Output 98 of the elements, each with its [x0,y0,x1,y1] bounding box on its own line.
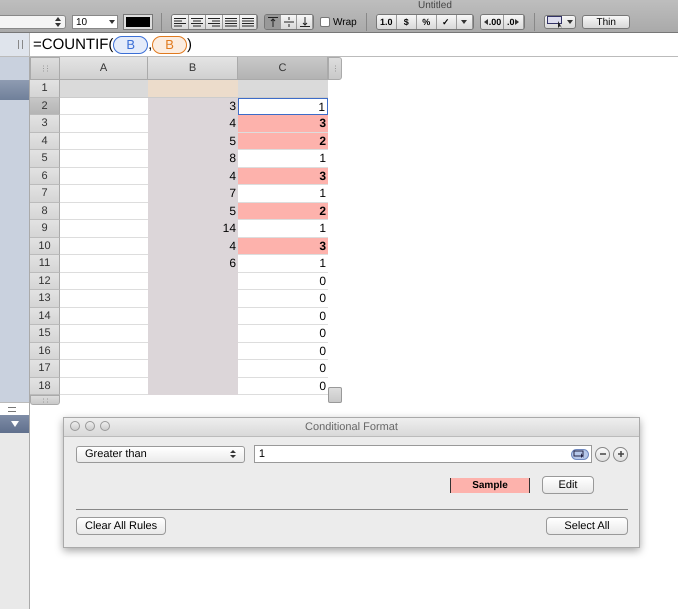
add-icon[interactable] [613,446,628,462]
stepper-icon [230,449,236,459]
condition-dropdown[interactable]: Greater than [76,446,245,462]
table-cell: 14 [148,220,238,238]
table-cell: 8 [148,150,238,168]
align-icon[interactable] [240,15,257,29]
row-header[interactable]: 10 [30,238,60,255]
align-icon[interactable] [172,15,189,29]
table-cell: 4 [148,238,238,255]
wrap-label: Wrap [333,16,357,28]
column-header[interactable]: C [238,57,328,80]
number-format-button[interactable]: $ [396,15,417,29]
window-title: Untitled [418,0,452,12]
formula-text: ) [186,36,192,53]
row-header[interactable]: 14 [30,308,60,325]
color-well[interactable] [124,15,152,29]
table-cell: 0 [238,308,328,325]
resize-handle[interactable] [328,387,342,403]
formula-text: , [148,36,152,53]
disclosure-triangle-icon[interactable] [10,421,18,427]
edit-button[interactable]: Edit [542,476,594,494]
clear-all-rules-button[interactable]: Clear All Rules [76,517,166,535]
border-style-button[interactable]: Thin [582,15,630,29]
row-header[interactable]: 6 [30,168,60,185]
row-header[interactable]: 5 [30,150,60,168]
table-cell: 5 [148,132,238,150]
align-icon[interactable] [189,15,206,29]
table-cell: 6 [148,255,238,272]
table-cell: 0 [238,378,328,395]
remove-icon[interactable] [595,446,610,462]
wrap-checkbox[interactable] [320,17,330,27]
number-format-button[interactable]: ✓ [436,15,457,29]
table-cell: 5 [148,202,238,220]
vertical-align-icon[interactable] [297,15,313,29]
border-button[interactable] [544,15,576,29]
table-cell: 2 [238,132,328,150]
font-size-field[interactable]: 10 [72,15,118,29]
grip-icon[interactable] [42,398,48,402]
right-arrow-icon [515,19,520,25]
dropdown-arrow-icon [567,20,574,24]
cell-reference: B [113,36,148,54]
number-format-button[interactable]: 1.0 [376,15,397,29]
grip-icon[interactable] [18,40,23,49]
formula-text: =COUNTIF( [33,36,114,53]
table-cell: 0 [238,342,328,360]
row-header[interactable]: 3 [30,115,60,132]
row-header[interactable]: 15 [30,325,60,342]
row-header[interactable]: 11 [30,255,60,272]
row-header[interactable]: 16 [30,342,60,360]
row-header[interactable]: 9 [30,220,60,238]
splitter-bar[interactable] [0,402,29,415]
grip-icon[interactable] [42,65,48,72]
vertical-align-icon[interactable] [281,15,297,29]
row-header[interactable]: 4 [30,132,60,150]
cell-reference: B [152,36,187,54]
row-header[interactable]: 17 [30,360,60,378]
table-corner-handle[interactable] [30,57,60,80]
table-cell: 3 [238,115,328,132]
value-field[interactable]: 1 [254,445,592,463]
dropdown-arrow-icon[interactable] [109,20,115,24]
row-header[interactable]: 12 [30,272,60,290]
number-format-button[interactable]: % [416,15,437,29]
decimal-button[interactable]: .0 [504,15,524,29]
left-arrow-icon [484,19,488,25]
table-cell: 4 [148,168,238,185]
column-resize-handle[interactable] [328,57,342,80]
sidebar-header [0,57,29,80]
table-cell: 7 [148,185,238,202]
decimal-button[interactable]: .00 [480,15,504,29]
cell-picker-icon[interactable] [571,448,590,460]
table-cell: 1 [238,98,328,115]
row-header[interactable]: 13 [30,290,60,308]
table-cell: 3 [238,168,328,185]
select-all-button[interactable]: Select All [546,517,628,535]
dialog-title: Conditional Format [305,421,398,433]
align-icon[interactable] [223,15,240,29]
stepper-icon[interactable] [55,16,61,28]
row-header[interactable]: 7 [30,185,60,202]
column-header[interactable]: A [60,57,148,80]
row-header[interactable]: 18 [30,378,60,395]
row-header[interactable]: 1 [30,80,60,98]
column-header[interactable]: B [148,57,238,80]
row-header[interactable]: 8 [30,202,60,220]
splitter-handle-icon[interactable] [8,406,16,412]
table-bottom-handle[interactable] [30,395,60,405]
grip-icon[interactable] [334,65,336,72]
table-cell: 3 [238,238,328,255]
table-cell: 2 [238,202,328,220]
row-header[interactable]: 2 [30,98,60,115]
align-icon[interactable] [206,15,223,29]
table-cell: 0 [238,272,328,290]
format-sample: Sample [450,478,530,492]
font-name-field[interactable] [0,15,66,29]
dropdown-button[interactable] [456,15,473,29]
dropdown-arrow-icon [461,20,468,24]
vertical-align-icon[interactable] [265,15,281,29]
table-cell: 3 [148,98,238,115]
table-cell: 4 [148,115,238,132]
